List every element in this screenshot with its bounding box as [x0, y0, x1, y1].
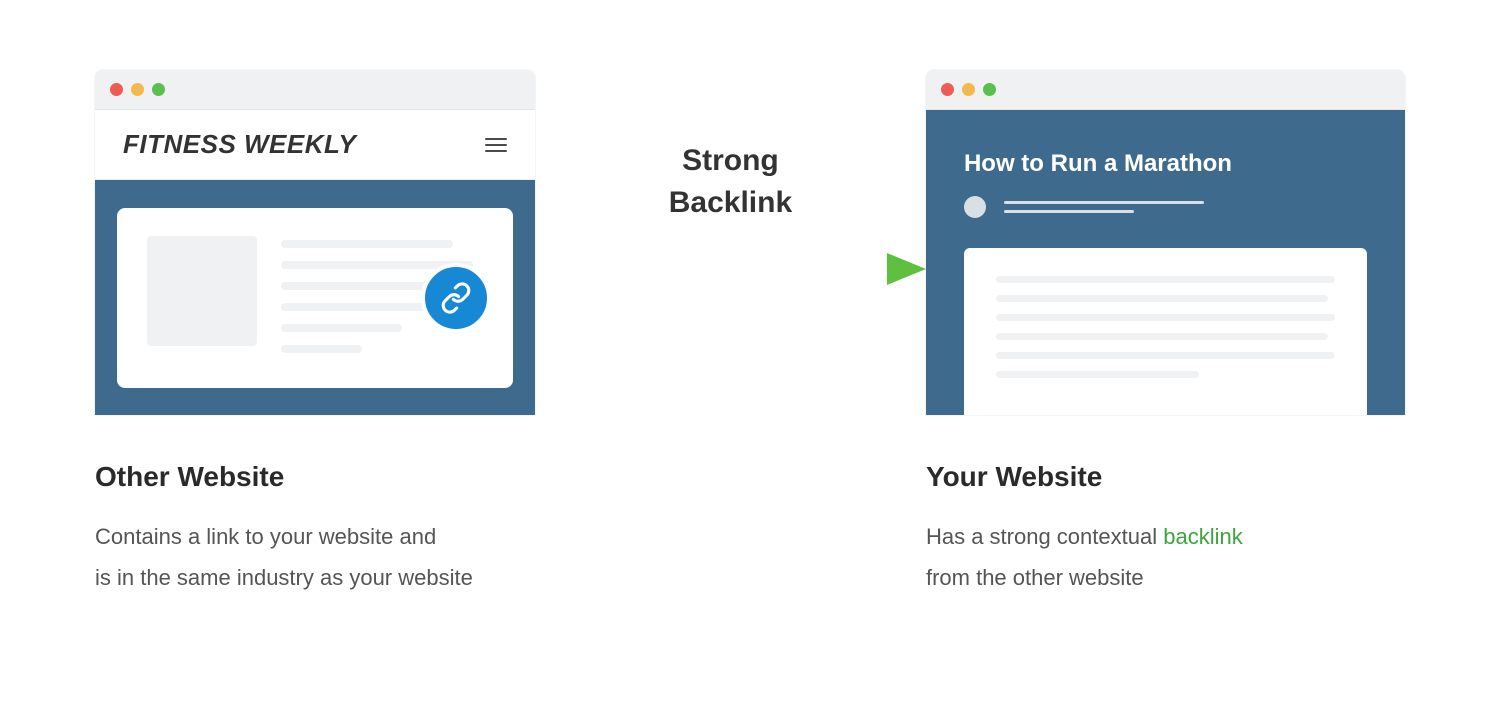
window-dot-green: [152, 83, 165, 96]
window-dot-red: [941, 83, 954, 96]
window-dot-red: [110, 83, 123, 96]
arrow-icon: [535, 249, 926, 294]
diagram-stage: FITNESS WEEKLY: [0, 0, 1500, 598]
right-column: How to Run a Marathon: [926, 70, 1405, 598]
right-caption: Your Website Has a strong contextual bac…: [926, 461, 1405, 598]
other-website-browser: FITNESS WEEKLY: [95, 70, 535, 415]
arrow-section: Strong Backlink: [535, 70, 926, 294]
author-avatar: [964, 196, 986, 218]
window-dot-yellow: [131, 83, 144, 96]
site-header: FITNESS WEEKLY: [95, 110, 535, 180]
byline-placeholder: [1004, 201, 1204, 213]
arrow-label: Strong Backlink: [669, 140, 792, 224]
window-dot-yellow: [962, 83, 975, 96]
hamburger-icon: [485, 138, 507, 152]
link-icon: [421, 263, 491, 333]
site-title: FITNESS WEEKLY: [123, 129, 356, 160]
window-dot-green: [983, 83, 996, 96]
article-card: [117, 208, 513, 388]
right-caption-body: Has a strong contextual backlink from th…: [926, 517, 1405, 598]
other-website-body: [95, 180, 535, 415]
left-caption-title: Other Website: [95, 461, 535, 493]
article-content-card: [964, 248, 1367, 415]
article-thumbnail: [147, 236, 257, 346]
left-column: FITNESS WEEKLY: [95, 70, 535, 598]
browser-titlebar: [926, 70, 1405, 110]
backlink-highlight: backlink: [1163, 524, 1242, 549]
article-title: How to Run a Marathon: [964, 150, 1367, 178]
left-caption-body: Contains a link to your website and is i…: [95, 517, 535, 598]
your-website-browser: How to Run a Marathon: [926, 70, 1405, 415]
right-caption-title: Your Website: [926, 461, 1405, 493]
article-byline: [964, 196, 1367, 218]
browser-titlebar: [95, 70, 535, 110]
your-website-body: How to Run a Marathon: [926, 110, 1405, 415]
left-caption: Other Website Contains a link to your we…: [95, 461, 535, 598]
